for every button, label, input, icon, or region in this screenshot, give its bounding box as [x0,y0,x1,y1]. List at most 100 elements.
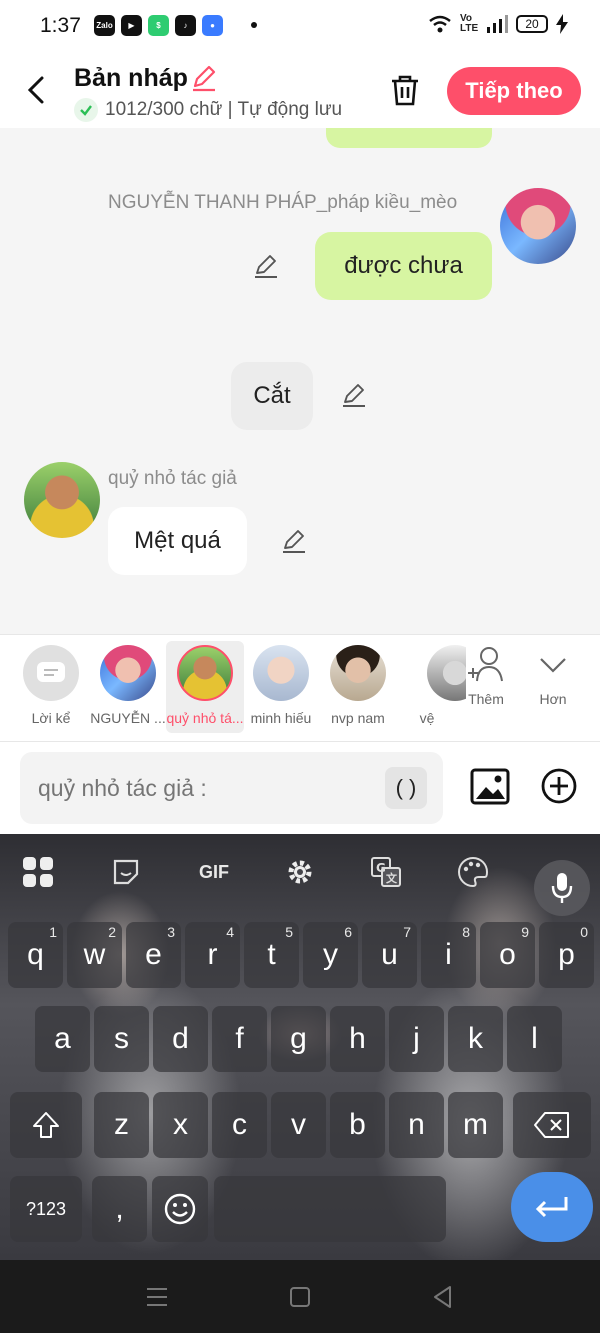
key-d[interactable]: d [153,1006,208,1072]
comma-key[interactable]: , [92,1176,147,1242]
key-b[interactable]: b [330,1092,385,1158]
key-letter: e [145,938,162,971]
key-hint: 2 [108,924,116,940]
message-bubble[interactable]: được chưa [315,232,492,300]
avatar [253,645,309,701]
wifi-icon [429,15,451,33]
back-arrow-icon[interactable] [22,70,52,110]
avatar[interactable] [500,188,576,264]
key-hint: 4 [226,924,234,940]
translate-icon[interactable]: G文 [366,852,406,892]
edit-message-icon[interactable] [341,382,367,408]
zalo-icon: Zalo [94,15,115,36]
status-app-icons: Zalo ▶ $ ♪ ● [94,15,223,36]
more-characters-button[interactable]: Hơn [521,645,585,707]
key-o[interactable]: o9 [480,922,535,988]
system-nav-bar [0,1260,600,1333]
backspace-key[interactable] [513,1092,591,1158]
key-r[interactable]: r4 [185,922,240,988]
key-i[interactable]: i8 [421,922,476,988]
battery-indicator: 20 [516,15,548,33]
next-button[interactable]: Tiếp theo [447,67,581,115]
gif-button[interactable]: GIF [192,852,236,892]
key-n[interactable]: n [389,1092,444,1158]
key-letter: t [267,938,276,971]
key-q[interactable]: q1 [8,922,63,988]
character-nvp-nam[interactable]: nvp nam [319,641,397,733]
shift-key[interactable] [10,1092,82,1158]
key-letter: q [27,938,44,971]
symbols-key[interactable]: ?123 [10,1176,82,1242]
key-u[interactable]: u7 [362,922,417,988]
keyboard-toolbar: GIF G文 [0,852,600,916]
signal-icon [487,15,508,33]
key-h[interactable]: h [330,1006,385,1072]
character-quy-nho[interactable]: quỷ nhỏ tá... [166,641,244,733]
key-f[interactable]: f [212,1006,267,1072]
apps-icon[interactable] [18,852,58,892]
gear-icon[interactable] [280,852,320,892]
key-y[interactable]: y6 [303,922,358,988]
key-s[interactable]: s [94,1006,149,1072]
key-letter: o [499,938,516,971]
emoji-icon[interactable] [152,1176,208,1242]
character-minh-hieu[interactable]: minh hiếu [242,641,320,733]
sender-name: quỷ nhỏ tác giả [108,468,237,489]
key-g[interactable]: g [271,1006,326,1072]
character-label: NGUYỄN ... [90,710,166,726]
key-w[interactable]: w2 [67,922,122,988]
sticker-icon[interactable] [106,852,146,892]
back-icon[interactable] [430,1284,456,1310]
add-icon[interactable] [540,767,578,805]
status-right: Vo LTE 20 [428,14,568,34]
message-bubble[interactable]: Mệt quá [108,507,247,575]
key-hint: 6 [344,924,352,940]
key-e[interactable]: e3 [126,922,181,988]
key-l[interactable]: l [507,1006,562,1072]
enter-icon[interactable] [511,1172,593,1242]
key-j[interactable]: j [389,1006,444,1072]
character-selector: Lời kể NGUYỄN ... quỷ nhỏ tá... minh hiế… [0,634,600,742]
key-hint: 9 [521,924,529,940]
avatar[interactable] [24,462,100,538]
edit-message-icon[interactable] [281,528,307,554]
wallet-icon: $ [148,15,169,36]
key-hint: 0 [580,924,588,940]
key-z[interactable]: z [94,1092,149,1158]
add-character-button[interactable]: Thêm [454,645,518,707]
key-letter: y [323,938,338,971]
composer: ( ) [0,742,600,834]
image-icon[interactable] [470,767,510,807]
page-title: Bản nháp [74,64,188,92]
parenthesis-button[interactable]: ( ) [385,767,427,809]
edit-title-icon[interactable] [190,64,218,92]
key-letter: i [445,938,452,971]
key-t[interactable]: t5 [244,922,299,988]
previous-message-bubble[interactable] [326,128,492,148]
narration-bubble[interactable]: Cắt [231,362,313,430]
sender-name: NGUYỄN THANH PHÁP_pháp kiều_mèo [108,192,458,213]
status-time: 1:37 [40,14,81,37]
menu-icon[interactable] [144,1284,170,1310]
space-key[interactable] [214,1176,446,1242]
message-input[interactable] [20,752,443,824]
mic-icon[interactable] [534,860,590,916]
key-a[interactable]: a [35,1006,90,1072]
key-hint: 1 [49,924,57,940]
character-narrator[interactable]: Lời kể [12,641,90,733]
trash-icon[interactable] [387,72,423,108]
character-nguyen[interactable]: NGUYỄN ... [89,641,167,733]
key-k[interactable]: k [448,1006,503,1072]
character-label: quỷ nhỏ tá... [166,710,244,726]
key-v[interactable]: v [271,1092,326,1158]
palette-icon[interactable] [453,852,493,892]
character-label: vệ [419,710,435,726]
key-x[interactable]: x [153,1092,208,1158]
key-c[interactable]: c [212,1092,267,1158]
status-bar: 1:37 Zalo ▶ $ ♪ ● Vo LTE 20 [0,0,600,52]
home-icon[interactable] [287,1284,313,1310]
key-p[interactable]: p0 [539,922,594,988]
character-label: nvp nam [331,710,385,726]
key-m[interactable]: m [448,1092,503,1158]
edit-message-icon[interactable] [253,253,279,279]
